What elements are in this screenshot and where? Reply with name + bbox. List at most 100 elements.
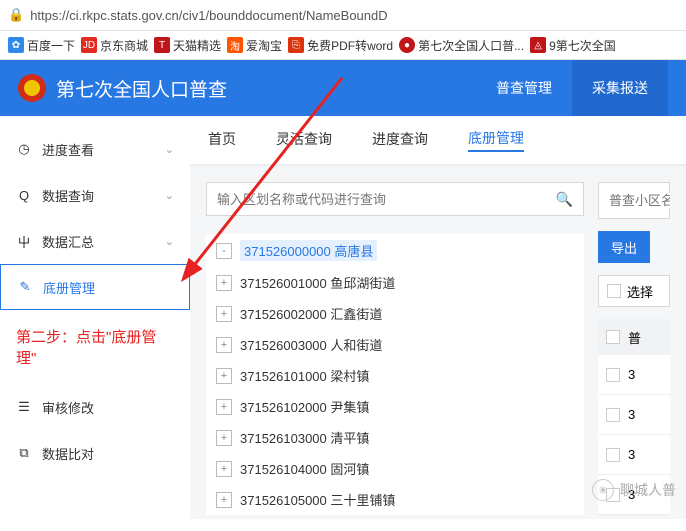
tree-item[interactable]: -371526000000 高唐县 [206,234,584,267]
sub-tab[interactable]: 进度查询 [372,129,428,151]
chevron-down-icon: ⌄ [165,143,174,156]
header-checkbox[interactable] [606,330,620,344]
wechat-icon: ✳ [592,479,614,501]
row-checkbox[interactable] [606,408,620,422]
table-row[interactable]: 3 [598,395,670,435]
tree-item[interactable]: +371526101000 梁村镇 [206,360,584,391]
bookmark-item[interactable]: T天猫精选 [154,37,221,54]
bookmark-label: 天猫精选 [173,37,221,54]
select-all-row[interactable]: 选择 [598,275,670,307]
select-all-checkbox[interactable] [607,284,621,298]
tree-item[interactable]: +371526104000 固河镇 [206,453,584,484]
table-row[interactable]: 3 [598,355,670,395]
tree-item[interactable]: +371526003000 人和街道 [206,329,584,360]
col-label: 普 [628,328,641,347]
bookmark-item[interactable]: JD京东商城 [81,37,148,54]
tree-toggle[interactable]: + [216,430,232,446]
row-checkbox[interactable] [606,368,620,382]
sidebar-item[interactable]: ⧉ 数据比对 [0,430,190,476]
annotation-text: 第二步：点击"底册管理" [0,310,190,384]
sidebar-label: 审核修改 [42,398,94,417]
region-tree: -371526000000 高唐县+371526001000 鱼邱湖街道+371… [206,234,584,515]
tree-item[interactable]: +371526001000 鱼邱湖街道 [206,267,584,298]
sidebar-label: 底册管理 [43,278,95,297]
nav-tab[interactable]: 采集报送 [572,60,668,116]
sidebar-icon: ⼬ [16,233,32,249]
tree-label: 371526001000 鱼邱湖街道 [240,273,395,292]
sidebar-label: 数据比对 [42,444,94,463]
filter-box[interactable] [598,182,670,219]
bookmark-item[interactable]: ◬9第七次全国 [530,37,616,54]
watermark-text: 聊城人普 [620,480,676,500]
select-all-label: 选择 [627,282,653,301]
sidebar-icon: ☰ [16,399,32,415]
tree-item[interactable]: +371526002000 汇鑫街道 [206,298,584,329]
chevron-down-icon: ⌄ [165,235,174,248]
logo-icon [18,74,46,102]
search-input[interactable] [217,192,556,207]
bookmark-icon: 淘 [227,37,243,53]
tree-toggle[interactable]: - [216,243,232,259]
nav-tabs: 普查管理采集报送 [476,60,668,116]
sidebar-icon: Q [16,187,32,203]
filter-input[interactable] [609,193,670,208]
bookmark-item[interactable]: ⎘免费PDF转word [288,37,393,54]
tree-toggle[interactable]: + [216,275,232,291]
tree-label: 371526000000 高唐县 [240,240,377,261]
bookmark-icon: ✿ [8,37,24,53]
export-button[interactable]: 导出 [598,231,650,263]
search-box[interactable]: 🔍 [206,182,584,216]
sidebar-label: 数据汇总 [42,232,94,251]
bookmark-icon: T [154,37,170,53]
bookmark-label: 免费PDF转word [307,37,393,54]
tree-label: 371526002000 汇鑫街道 [240,304,382,323]
bookmark-item[interactable]: ✿百度一下 [8,37,75,54]
sub-tab[interactable]: 首页 [208,129,236,151]
bookmark-item[interactable]: 淘爱淘宝 [227,37,282,54]
sidebar-item[interactable]: ☰ 审核修改 [0,384,190,430]
tree-label: 371526105000 三十里铺镇 [240,490,395,509]
bookmark-item[interactable]: ●第七次全国人口普... [399,37,524,54]
bookmark-label: 第七次全国人口普... [418,37,524,54]
tree-item[interactable]: +371526103000 清平镇 [206,422,584,453]
bookmarks-bar: ✿百度一下 JD京东商城 T天猫精选淘爱淘宝 ⎘免费PDF转word ●第七次全国人口普… [0,30,686,60]
search-icon[interactable]: 🔍 [556,191,573,208]
sidebar-label: 进度查看 [42,140,94,159]
tree-label: 371526003000 人和街道 [240,335,382,354]
content-area: 首页灵活查询进度查询底册管理 🔍 -371526000000 高唐县+37152… [190,116,686,519]
nav-tab[interactable]: 普查管理 [476,60,572,116]
tree-toggle[interactable]: + [216,368,232,384]
tree-toggle[interactable]: + [216,461,232,477]
sub-tab[interactable]: 灵活查询 [276,129,332,151]
lock-icon: 🔒 [8,7,24,23]
sidebar-item[interactable]: ⼬数据汇总 ⌄ [0,218,190,264]
tree-item[interactable]: +371526105000 三十里铺镇 [206,484,584,515]
sidebar-item[interactable]: Q数据查询⌄ [0,172,190,218]
tree-label: 371526101000 梁村镇 [240,366,369,385]
bookmark-icon: JD [81,37,97,53]
chevron-down-icon: ⌄ [165,189,174,202]
tree-toggle[interactable]: + [216,492,232,508]
tree-toggle[interactable]: + [216,337,232,353]
table-row[interactable]: 3 [598,435,670,475]
sidebar-icon: ⧉ [16,445,32,461]
tree-toggle[interactable]: + [216,306,232,322]
bookmark-label: 百度一下 [27,37,75,54]
sidebar-item[interactable]: ✎底册管理 [0,264,190,310]
bookmark-icon: ◬ [530,37,546,53]
url-bar: 🔒 https://ci.rkpc.stats.gov.cn/civ1/boun… [0,0,686,30]
tree-item[interactable]: +371526102000 尹集镇 [206,391,584,422]
url-text: https://ci.rkpc.stats.gov.cn/civ1/boundd… [30,8,387,23]
tree-toggle[interactable]: + [216,399,232,415]
table-header: 普 [598,319,670,355]
watermark: ✳ 聊城人普 [592,479,676,501]
row-text: 3 [628,447,635,462]
sidebar-item[interactable]: ◷进度查看⌄ [0,126,190,172]
sub-tab[interactable]: 底册管理 [468,128,524,152]
tree-label: 371526104000 固河镇 [240,459,369,478]
row-text: 3 [628,407,635,422]
bookmark-label: 爱淘宝 [246,37,282,54]
sidebar: ◷进度查看⌄Q数据查询⌄⼬数据汇总⌄✎底册管理第二步：点击"底册管理"☰审核修改… [0,116,190,519]
bookmark-label: 9第七次全国 [549,37,616,54]
row-checkbox[interactable] [606,448,620,462]
